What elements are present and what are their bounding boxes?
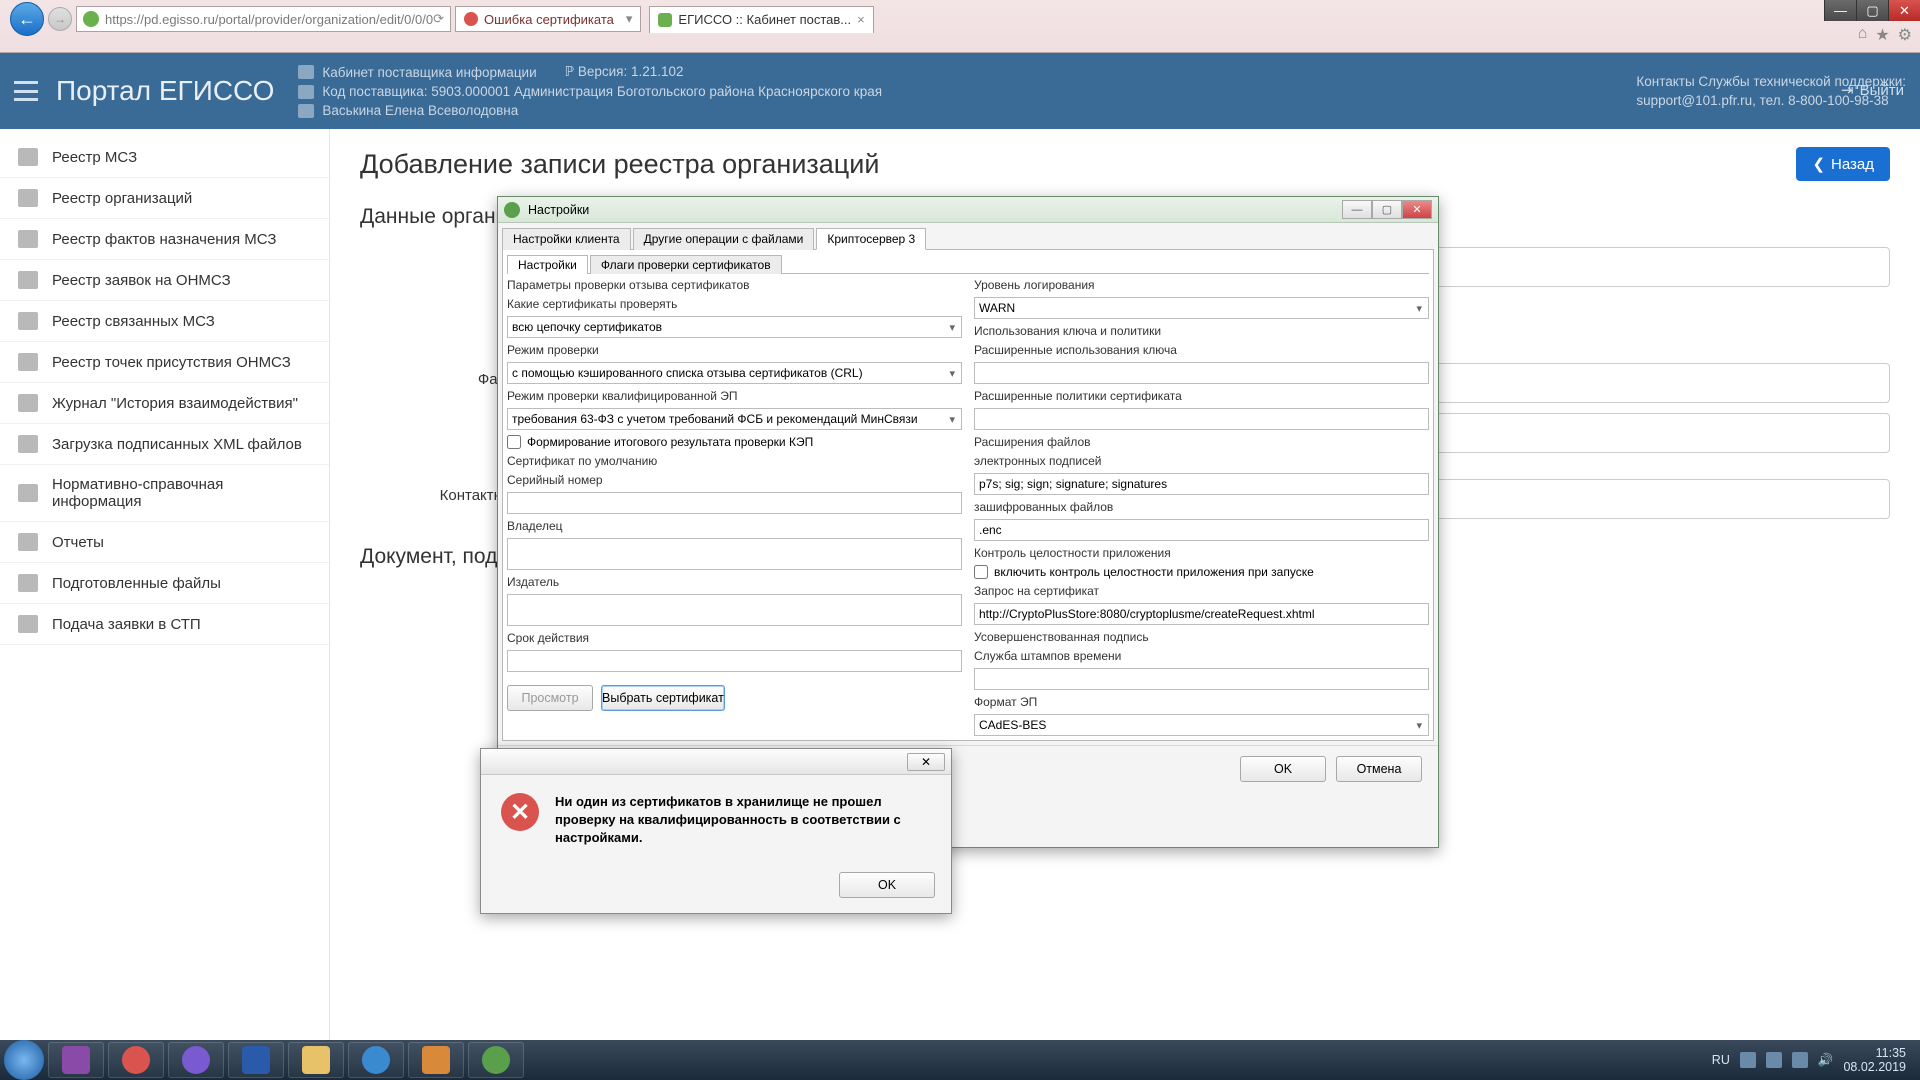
- tray-icon[interactable]: [1792, 1052, 1808, 1068]
- certificate-error-badge[interactable]: Ошибка сертификата ▾: [455, 6, 641, 32]
- clock[interactable]: 11:35 08.02.2019: [1843, 1046, 1906, 1074]
- sidebar-item-msz[interactable]: Реестр МСЗ: [0, 137, 329, 178]
- tools-icon[interactable]: ⚙: [1898, 25, 1912, 45]
- settings-ok-button[interactable]: OK: [1240, 756, 1326, 782]
- sidebar-item-org[interactable]: Реестр организаций: [0, 178, 329, 219]
- enc-ext-field[interactable]: .enc: [974, 519, 1429, 541]
- log-level-select[interactable]: WARN: [974, 297, 1429, 319]
- tray-icon[interactable]: [1766, 1052, 1782, 1068]
- sidebar: Реестр МСЗ Реестр организаций Реестр фак…: [0, 129, 330, 1040]
- error-message: Ни один из сертификатов в хранилище не п…: [555, 793, 931, 848]
- dialog-maximize[interactable]: ▢: [1372, 200, 1402, 219]
- site-identity-icon: [83, 11, 99, 27]
- sidebar-item-reports[interactable]: Отчеты: [0, 522, 329, 563]
- logout-button[interactable]: ⇥ Выйти: [1841, 81, 1904, 99]
- sidebar-item-files[interactable]: Подготовленные файлы: [0, 563, 329, 604]
- taskbar-paint[interactable]: [408, 1042, 464, 1078]
- tab-flags[interactable]: Флаги проверки сертификатов: [590, 255, 782, 274]
- taskbar-app-2[interactable]: [108, 1042, 164, 1078]
- tab-close-icon[interactable]: ×: [857, 12, 865, 27]
- menu-toggle-button[interactable]: [14, 81, 38, 101]
- serial-field[interactable]: [507, 492, 962, 514]
- issuer-field[interactable]: [507, 594, 962, 626]
- dialog-icon: [504, 202, 520, 218]
- sidebar-item-linked[interactable]: Реестр связанных МСЗ: [0, 301, 329, 342]
- tab-crypto[interactable]: Криптосервер 3: [816, 228, 926, 250]
- integrity-checkbox[interactable]: [974, 565, 988, 579]
- check-mode-select[interactable]: с помощью кэшированного списка отзыва се…: [507, 362, 962, 384]
- which-certs-select[interactable]: всю цепочку сертификатов: [507, 316, 962, 338]
- dialog-titlebar[interactable]: Настройки — ▢ ✕: [498, 197, 1438, 223]
- dialog-close[interactable]: ✕: [1402, 200, 1432, 219]
- view-cert-button[interactable]: Просмотр: [507, 685, 593, 711]
- validity-field[interactable]: [507, 650, 962, 672]
- browser-back-button[interactable]: ←: [10, 2, 44, 36]
- sidebar-item-onmsz[interactable]: Реестр заявок на ОНМСЗ: [0, 260, 329, 301]
- ext-policy-field[interactable]: [974, 408, 1429, 430]
- close-button[interactable]: ✕: [1888, 0, 1920, 21]
- browser-chrome: ← → https://pd.egisso.ru/portal/provider…: [0, 0, 1920, 53]
- url-text: https://pd.egisso.ru/portal/provider/org…: [105, 12, 433, 27]
- sidebar-item-points[interactable]: Реестр точек присутствия ОНМСЗ: [0, 342, 329, 383]
- ext-key-field[interactable]: [974, 362, 1429, 384]
- favicon: [658, 13, 672, 27]
- outer-tabs: Настройки клиента Другие операции с файл…: [502, 227, 1434, 250]
- taskbar-app-3[interactable]: [168, 1042, 224, 1078]
- select-cert-button[interactable]: Выбрать сертификат: [601, 685, 725, 711]
- tab-settings[interactable]: Настройки: [507, 255, 588, 274]
- form-result-checkbox[interactable]: [507, 435, 521, 449]
- taskbar-word[interactable]: [228, 1042, 284, 1078]
- address-bar[interactable]: https://pd.egisso.ru/portal/provider/org…: [76, 6, 451, 32]
- barcode-icon: [298, 85, 314, 99]
- home-icon[interactable]: ⌂: [1858, 25, 1868, 45]
- sidebar-item-stp[interactable]: Подача заявки в СТП: [0, 604, 329, 645]
- qual-mode-select[interactable]: требования 63-ФЗ с учетом требований ФСБ…: [507, 408, 962, 430]
- dialog-minimize[interactable]: —: [1342, 200, 1372, 219]
- error-ok-button[interactable]: OK: [839, 872, 935, 898]
- sig-format-select[interactable]: CAdES-BES: [974, 714, 1429, 736]
- error-dialog: ✕ ✕ Ни один из сертификатов в хранилище …: [480, 748, 952, 914]
- sig-ext-field[interactable]: p7s; sig; sign; signature; signatures: [974, 473, 1429, 495]
- maximize-button[interactable]: ▢: [1856, 0, 1888, 21]
- tray-icon[interactable]: [1740, 1052, 1756, 1068]
- building-icon: [298, 65, 314, 79]
- taskbar: RU 🔊 11:35 08.02.2019: [0, 1040, 1920, 1080]
- window-controls: — ▢ ✕: [1824, 0, 1920, 21]
- browser-tab[interactable]: ЕГИССО :: Кабинет постав... ×: [649, 6, 873, 33]
- error-icon: ✕: [501, 793, 539, 831]
- tab-fileops[interactable]: Другие операции с файлами: [633, 228, 815, 250]
- start-button[interactable]: [4, 1040, 44, 1080]
- minimize-button[interactable]: —: [1824, 0, 1856, 21]
- page-title: Добавление записи реестра организаций: [360, 149, 879, 180]
- owner-field[interactable]: [507, 538, 962, 570]
- sidebar-item-facts[interactable]: Реестр фактов назначения МСЗ: [0, 219, 329, 260]
- inner-tabs: Настройки Флаги проверки сертификатов: [507, 254, 1429, 274]
- tab-client[interactable]: Настройки клиента: [502, 228, 631, 250]
- cert-req-field[interactable]: http://CryptoPlusStore:8080/cryptoplusme…: [974, 603, 1429, 625]
- taskbar-app-1[interactable]: [48, 1042, 104, 1078]
- portal-header: Портал ЕГИССО Кабинет поставщика информа…: [0, 53, 1920, 129]
- settings-cancel-button[interactable]: Отмена: [1336, 756, 1422, 782]
- error-close-button[interactable]: ✕: [907, 753, 945, 771]
- taskbar-app-8[interactable]: [468, 1042, 524, 1078]
- taskbar-ie[interactable]: [348, 1042, 404, 1078]
- tsa-field[interactable]: [974, 668, 1429, 690]
- taskbar-explorer[interactable]: [288, 1042, 344, 1078]
- sidebar-item-upload[interactable]: Загрузка подписанных XML файлов: [0, 424, 329, 465]
- portal-title: Портал ЕГИССО: [56, 75, 274, 107]
- error-icon: [464, 12, 478, 26]
- sidebar-item-nsi[interactable]: Нормативно-справочная информация: [0, 465, 329, 522]
- language-indicator[interactable]: RU: [1712, 1053, 1730, 1067]
- browser-forward-button[interactable]: →: [48, 7, 72, 31]
- back-button[interactable]: ❮ Назад: [1796, 147, 1890, 181]
- favorites-icon[interactable]: ★: [1875, 25, 1889, 45]
- user-icon: [298, 104, 314, 118]
- sidebar-item-journal[interactable]: Журнал "История взаимодействия": [0, 383, 329, 424]
- error-titlebar[interactable]: ✕: [481, 749, 951, 775]
